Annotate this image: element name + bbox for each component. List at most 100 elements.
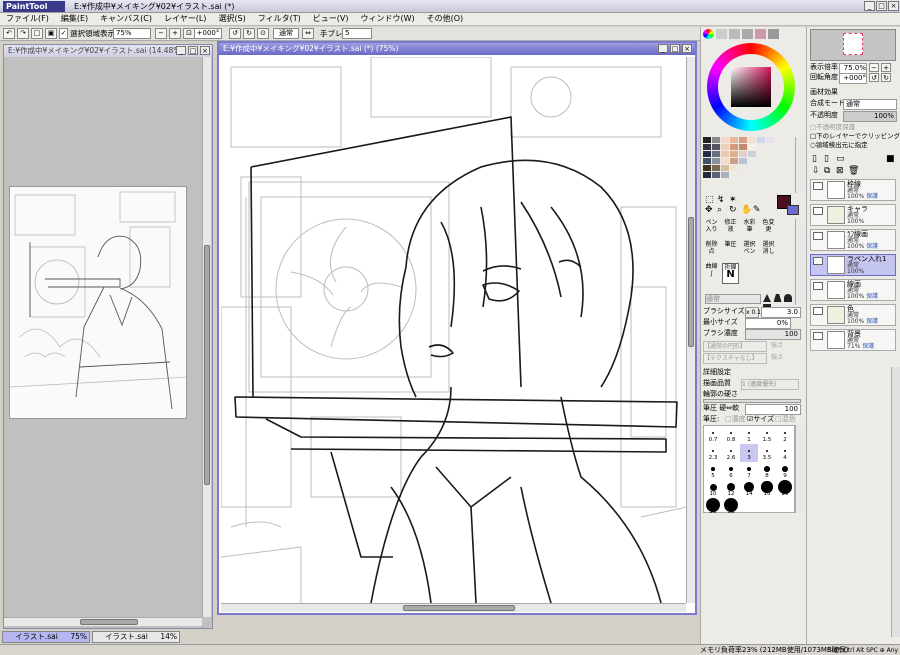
zoom-out-icon[interactable]: − [155, 28, 167, 39]
zoom-select[interactable]: 75% [113, 28, 151, 39]
tool-select-eraser[interactable]: 選択消し [760, 241, 777, 262]
visibility-eye-icon[interactable] [813, 307, 823, 315]
layer-list-scroll[interactable] [891, 367, 900, 637]
visibility-eye-icon[interactable] [813, 257, 823, 265]
rotate-icon[interactable]: ↻ [729, 205, 737, 215]
main-window-hscroll[interactable] [221, 603, 686, 612]
blend-mode-select[interactable]: 通常 [843, 99, 897, 110]
brush-mode-select[interactable]: 通常 [705, 294, 761, 304]
menu-select[interactable]: 選択(S) [212, 13, 251, 25]
minimize-button[interactable]: _ [864, 1, 875, 11]
brush-size-preset[interactable]: 2.3 [704, 444, 722, 462]
nav-zoom-in-icon[interactable]: + [881, 63, 891, 72]
small-window-maximize[interactable]: □ [188, 46, 198, 55]
layer-item[interactable]: 背景 通常 71% 保護 [810, 329, 896, 351]
brush-size-preset[interactable]: 3 [740, 444, 758, 462]
menu-edit[interactable]: 編集(E) [55, 13, 94, 25]
brush-shape-buttons[interactable] [763, 294, 801, 312]
main-window-hscroll-thumb[interactable] [403, 605, 515, 611]
deselect-icon[interactable]: □ [31, 28, 43, 39]
visibility-eye-icon[interactable] [813, 232, 823, 240]
tab-document-1[interactable]: イラスト.sai 75% [2, 631, 90, 643]
color-swatches[interactable] [703, 137, 803, 193]
small-window-vscroll-thumb[interactable] [204, 245, 210, 485]
rotate-reset-icon[interactable]: ⊙ [257, 28, 269, 39]
layer-mask-icon[interactable]: ■ [886, 154, 895, 164]
new-layer-icon[interactable]: ▯ [812, 154, 817, 164]
blur-select[interactable]: 【テクスチャなし】 [703, 353, 767, 364]
size-presets-scroll[interactable] [795, 425, 804, 513]
main-window-vscroll-thumb[interactable] [688, 217, 694, 347]
brush-size-preset[interactable]: 30 [722, 498, 740, 516]
main-window-maximize[interactable]: □ [670, 44, 680, 53]
nav-zoom-out-icon[interactable]: − [869, 63, 879, 72]
navigator-preview[interactable] [810, 29, 896, 61]
delete-layer-icon[interactable]: 🗑 [848, 166, 859, 176]
show-selection-checkbox[interactable]: ✓ [59, 28, 68, 39]
close-button[interactable]: × [888, 1, 899, 11]
visibility-eye-icon[interactable] [813, 332, 823, 340]
canvas-window-small[interactable]: E:¥作成中¥メイキング¥02¥イラスト.sai (14.48%) _ □ × [3, 44, 213, 629]
menu-other[interactable]: その他(O) [421, 13, 470, 25]
tool-delete-point[interactable]: 削除点 [703, 241, 720, 262]
rotate-left-icon[interactable]: ↺ [229, 28, 241, 39]
menu-filter[interactable]: フィルタ(T) [252, 13, 307, 25]
small-window-close[interactable]: × [200, 46, 210, 55]
selection-source-checkbox[interactable]: ○領域検出元に指定 [810, 141, 868, 150]
tool-grid-scroll[interactable] [795, 219, 804, 305]
menu-layer[interactable]: レイヤー(L) [158, 13, 212, 25]
nav-rotate-right-icon[interactable]: ↻ [881, 73, 891, 82]
tool-watercolor[interactable]: 水彩筆 [741, 219, 758, 240]
hand-icon[interactable]: ✋ [741, 205, 752, 215]
redo-icon[interactable]: ↷ [17, 28, 29, 39]
pressure-hardness-slider[interactable]: 100 [745, 404, 801, 415]
texture-select[interactable]: 【通常の円形】 [703, 341, 767, 352]
visibility-eye-icon[interactable] [813, 282, 823, 290]
marquee-icon[interactable]: ⬚ [705, 195, 714, 205]
brush-size-preset[interactable]: 2 [776, 426, 794, 444]
pressure-density-checkbox[interactable]: □濃度 [725, 415, 746, 424]
eyedropper-icon[interactable]: ✎ [753, 205, 761, 215]
small-window-hscroll-thumb[interactable] [80, 619, 138, 625]
swatches-icon[interactable] [755, 29, 766, 39]
quality-select[interactable]: 1 (速度優先) [741, 379, 799, 390]
undo-icon[interactable]: ↶ [3, 28, 15, 39]
main-window-vscroll[interactable] [686, 57, 695, 603]
scratchpad-icon[interactable] [768, 29, 779, 39]
brush-size-multiplier[interactable]: x 0.1 [745, 307, 761, 318]
small-window-vscroll[interactable] [202, 57, 211, 617]
brush-size-preset[interactable]: 14 [740, 480, 758, 498]
pressure-mix-checkbox[interactable]: □混色 [775, 415, 796, 424]
menu-window[interactable]: ウィンドウ(W) [354, 13, 420, 25]
brush-size-preset[interactable]: 0.7 [704, 426, 722, 444]
blend-select[interactable]: 通常 [273, 28, 299, 39]
menu-view[interactable]: ビュー(V) [307, 13, 355, 25]
tool-pen[interactable]: ペン 入り [703, 219, 720, 240]
layer-item[interactable]: 色通常 100% 保護 [810, 304, 896, 326]
flip-icon[interactable]: ⇔ [302, 28, 314, 39]
brush-size-preset[interactable]: 1.5 [758, 426, 776, 444]
rgb-slider-icon[interactable] [716, 29, 727, 39]
small-window-hscroll[interactable] [4, 617, 202, 626]
paper-effects-toggle[interactable]: 画材効果 [810, 88, 838, 97]
brush-size-preset[interactable]: 20 [776, 480, 794, 498]
new-folder-icon[interactable]: ▭ [836, 154, 845, 164]
tool-polyline[interactable]: 折線 N [722, 263, 739, 284]
drawing-canvas[interactable] [221, 57, 687, 603]
brush-size-preset[interactable]: 10 [704, 480, 722, 498]
invert-selection-icon[interactable]: ▣ [45, 28, 57, 39]
nav-angle-value[interactable]: +000° [839, 73, 867, 84]
brush-size-preset[interactable]: 7 [740, 462, 758, 480]
small-canvas-page[interactable] [9, 186, 187, 419]
clipping-checkbox[interactable]: □下のレイヤーでクリッピング [810, 132, 900, 141]
rotate-right-icon[interactable]: ↻ [243, 28, 255, 39]
small-window-minimize[interactable]: _ [176, 46, 186, 55]
lasso-icon[interactable]: ↯ [717, 195, 725, 205]
protect-opacity-checkbox[interactable]: □不透明度保護 [810, 123, 855, 132]
mixer-icon[interactable] [742, 29, 753, 39]
visibility-eye-icon[interactable] [813, 182, 823, 190]
menu-canvas[interactable]: キャンバス(C) [94, 13, 158, 25]
merge-down-icon[interactable]: ⧉ [824, 166, 830, 176]
layer-item[interactable]: ラペン入れ1 通常 100% [810, 254, 896, 276]
saturation-value-square[interactable] [731, 67, 771, 107]
